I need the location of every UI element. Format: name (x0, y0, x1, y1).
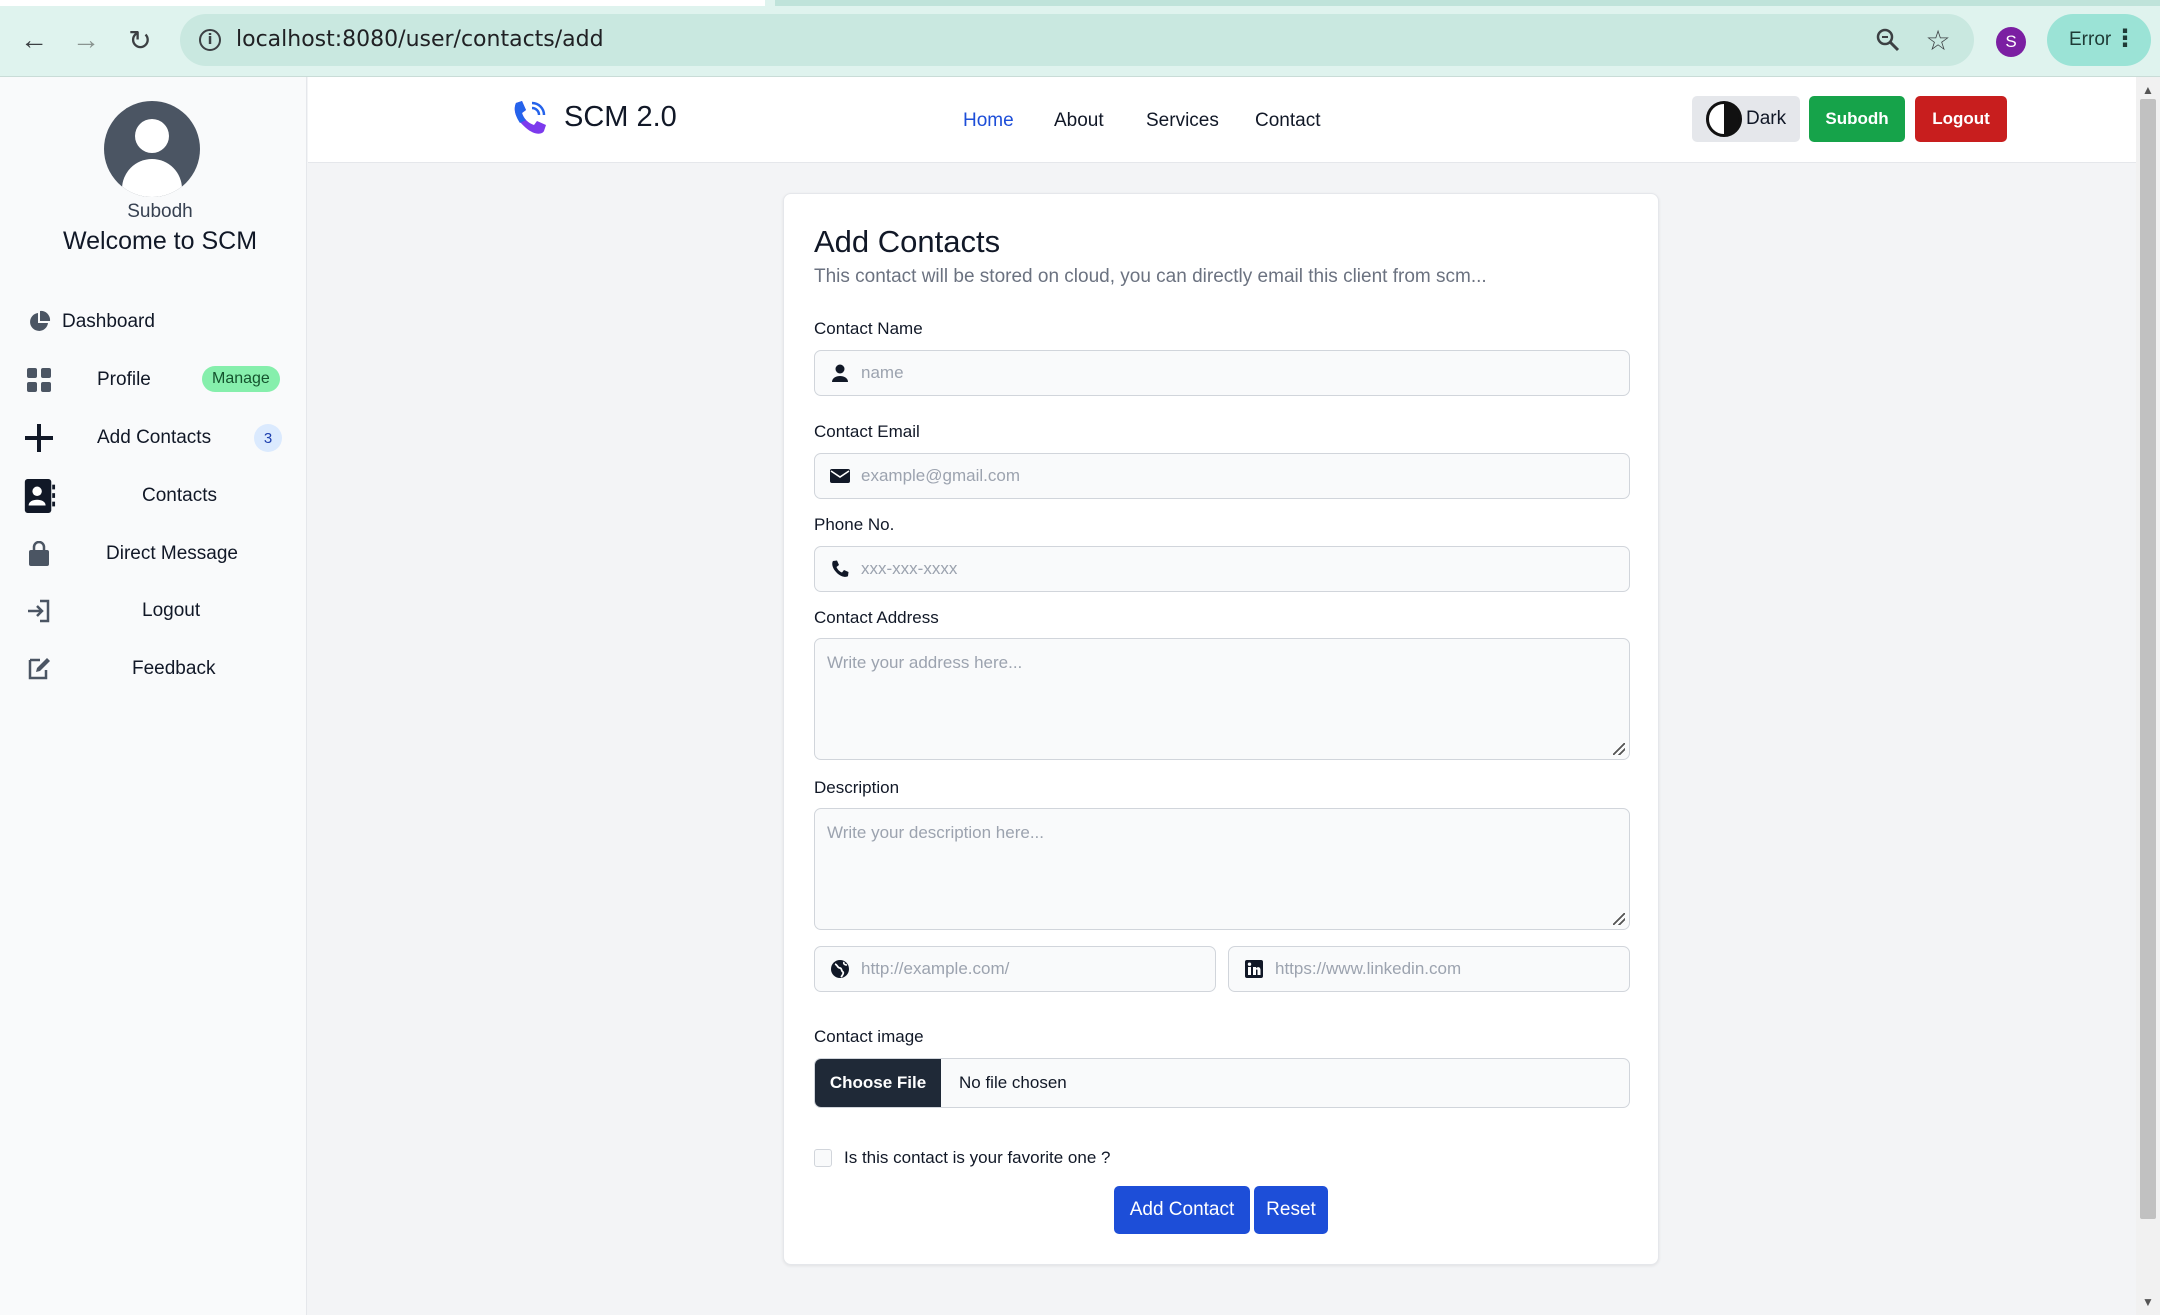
site-info-icon[interactable]: i (192, 22, 228, 58)
sidebar-item-label: Feedback (132, 658, 216, 679)
page-subtitle: This contact will be stored on cloud, yo… (814, 266, 1487, 287)
chart-pie-icon (22, 305, 56, 339)
sign-in-icon (22, 594, 56, 628)
scrollbar-thumb[interactable] (2140, 99, 2156, 1219)
nav-home[interactable]: Home (963, 110, 1014, 132)
zoom-icon[interactable] (1870, 22, 1906, 58)
sidebar-item-profile[interactable]: Profile Manage (0, 356, 307, 404)
sidebar-item-label: Dashboard (62, 311, 155, 332)
grid-icon (22, 363, 56, 397)
sidebar-item-add-contacts[interactable]: Add Contacts 3 (0, 414, 307, 462)
linkedin-field (1228, 946, 1630, 992)
bag-icon (22, 537, 56, 571)
top-navbar: SCM 2.0 Home About Services Contact Dark… (308, 77, 2136, 163)
contact-email-field (814, 453, 1630, 499)
error-label: Error (2069, 29, 2112, 50)
file-status: No file chosen (959, 1073, 1067, 1092)
theme-label: Dark (1746, 108, 1787, 129)
scroll-up-icon[interactable]: ▲ (2136, 81, 2160, 99)
choose-file-button[interactable]: Choose File (815, 1059, 941, 1107)
phone-field (814, 546, 1630, 592)
description-field (814, 808, 1630, 930)
theme-toggle-button[interactable]: Dark (1692, 96, 1800, 142)
url-text[interactable]: localhost:8080/user/contacts/add (236, 27, 604, 52)
count-badge: 3 (254, 424, 282, 452)
menu-kebab-icon[interactable]: ⋮ (2113, 26, 2137, 52)
sidebar-item-dashboard[interactable]: Dashboard (0, 298, 307, 346)
page-viewport: Subodh Welcome to SCM Dashboard Profile … (0, 77, 2160, 1315)
page-scrollbar[interactable]: ▲ ▼ (2136, 77, 2160, 1315)
phone-label: Phone No. (814, 515, 895, 534)
website-field (814, 946, 1216, 992)
user-button[interactable]: Subodh (1809, 96, 1905, 142)
bookmark-star-icon[interactable]: ☆ (1920, 22, 1956, 58)
sidebar-item-logout[interactable]: Logout (0, 587, 307, 635)
sidebar-item-feedback[interactable]: Feedback (0, 645, 307, 693)
resize-grip-icon[interactable] (1613, 743, 1625, 755)
nav-services[interactable]: Services (1146, 110, 1219, 132)
forward-icon[interactable]: → (64, 18, 108, 62)
contact-email-input[interactable] (861, 454, 1621, 498)
sidebar-item-contacts[interactable]: Contacts (0, 472, 307, 520)
sidebar-item-label: Add Contacts (97, 427, 212, 448)
sidebar-welcome: Welcome to SCM (62, 227, 258, 255)
error-button[interactable]: Error ⋮ (2047, 14, 2151, 66)
contact-name-label: Contact Name (814, 319, 923, 338)
phone-logo-icon[interactable] (508, 97, 550, 139)
plus-icon (22, 421, 56, 455)
phone-icon (829, 558, 851, 580)
user-icon (829, 362, 851, 384)
envelope-icon (829, 465, 851, 487)
sidebar-item-label: Profile (97, 369, 151, 390)
scroll-down-icon[interactable]: ▼ (2136, 1293, 2160, 1311)
contact-address-label: Contact Address (814, 608, 939, 627)
back-icon[interactable]: ← (12, 18, 56, 62)
contact-image-label: Contact image (814, 1027, 924, 1046)
edit-icon (22, 652, 56, 686)
address-bar[interactable]: i localhost:8080/user/contacts/add ☆ (180, 14, 1974, 66)
description-label: Description (814, 778, 900, 797)
tab-strip (0, 0, 2160, 6)
add-contact-button[interactable]: Add Contact (1114, 1186, 1250, 1234)
reset-button[interactable]: Reset (1254, 1186, 1328, 1234)
resize-grip-icon[interactable] (1613, 913, 1625, 925)
sidebar: Subodh Welcome to SCM Dashboard Profile … (0, 77, 307, 1315)
brand-name[interactable]: SCM 2.0 (564, 101, 677, 134)
contact-name-input[interactable] (861, 351, 1621, 395)
page-title: Add Contacts (814, 224, 1001, 259)
inactive-tab[interactable] (775, 0, 2160, 6)
contact-address-field (814, 638, 1630, 760)
address-book-icon (22, 479, 56, 513)
nav-contact[interactable]: Contact (1255, 110, 1320, 132)
globe-icon (829, 958, 851, 980)
browser-toolbar: ← → ↻ i localhost:8080/user/contacts/add… (0, 0, 2160, 77)
linkedin-input[interactable] (1275, 947, 1621, 991)
sidebar-item-label: Logout (142, 600, 201, 621)
logout-button[interactable]: Logout (1915, 96, 2007, 142)
reload-icon[interactable]: ↻ (118, 18, 162, 62)
nav-about[interactable]: About (1054, 110, 1104, 132)
sidebar-username: Subodh (127, 201, 193, 222)
active-tab[interactable] (0, 0, 765, 6)
sidebar-item-label: Contacts (142, 485, 217, 506)
profile-avatar[interactable]: S (1996, 27, 2026, 57)
website-input[interactable] (861, 947, 1207, 991)
contact-address-input[interactable] (815, 639, 1629, 759)
contrast-icon (1706, 101, 1742, 137)
contact-email-label: Contact Email (814, 422, 920, 441)
sidebar-item-label: Direct Message (106, 543, 238, 564)
linkedin-icon (1243, 958, 1265, 980)
sidebar-item-direct-message[interactable]: Direct Message (0, 530, 307, 578)
contact-name-field (814, 350, 1630, 396)
contact-image-input[interactable]: Choose File No file chosen (814, 1058, 1630, 1108)
favorite-option[interactable]: Is this contact is your favorite one ? (814, 1148, 1110, 1168)
manage-badge: Manage (202, 366, 280, 392)
favorite-label: Is this contact is your favorite one ? (844, 1148, 1111, 1167)
description-input[interactable] (815, 809, 1629, 929)
user-avatar-icon (104, 101, 200, 197)
phone-input[interactable] (861, 547, 1621, 591)
add-contact-card: Add Contacts This contact will be stored… (783, 193, 1659, 1265)
favorite-checkbox[interactable] (814, 1149, 832, 1167)
